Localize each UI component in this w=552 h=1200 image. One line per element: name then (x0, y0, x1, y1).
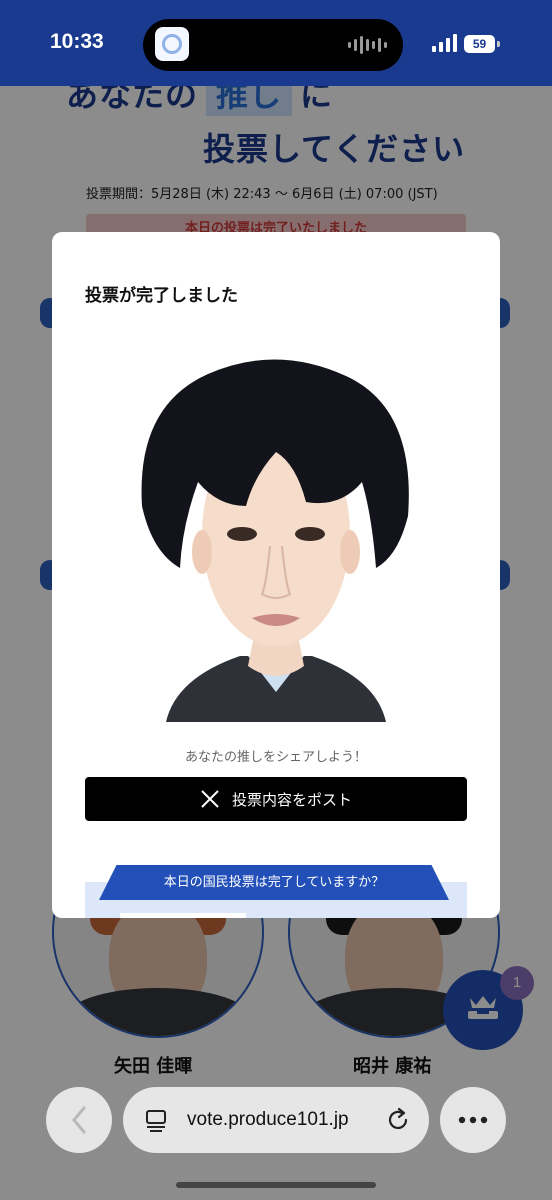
x-logo-icon (201, 790, 219, 808)
battery-icon: 59 (464, 35, 500, 53)
reload-icon[interactable] (385, 1107, 411, 1133)
dynamic-island (143, 19, 403, 71)
signal-icon (432, 34, 457, 52)
tabs-icon (146, 1110, 166, 1132)
share-caption: あなたの推しをシェアしよう！ (184, 750, 367, 765)
post-to-x-button[interactable]: 投票内容をポスト (85, 777, 467, 821)
promo-progress-bar (120, 913, 246, 918)
chevron-left-icon (72, 1106, 86, 1134)
status-bar: 10:33 59 (0, 0, 552, 86)
back-button[interactable] (46, 1087, 112, 1153)
more-options-button[interactable] (440, 1087, 506, 1153)
candidate-portrait (136, 356, 416, 722)
modal-title: 投票が完了しました (85, 286, 238, 306)
status-time: 10:33 (50, 30, 104, 53)
promo-ribbon: 本日の国民投票は完了していますか？ (99, 865, 449, 900)
home-indicator[interactable] (176, 1182, 376, 1188)
address-bar[interactable]: vote.produce101.jp (123, 1087, 429, 1153)
vote-complete-modal: 投票が完了しました あなたの推しをシェアしよう！ 投票内容をポスト 本日の国民投… (52, 232, 500, 918)
battery-level: 59 (472, 37, 487, 51)
portrait-illustration (141, 359, 409, 722)
ellipsis-icon (458, 1116, 488, 1124)
url-text: vote.produce101.jp (187, 1109, 349, 1130)
app-icon (155, 27, 189, 61)
audio-wave-icon (348, 36, 387, 54)
post-button-label: 投票内容をポスト (231, 790, 352, 809)
